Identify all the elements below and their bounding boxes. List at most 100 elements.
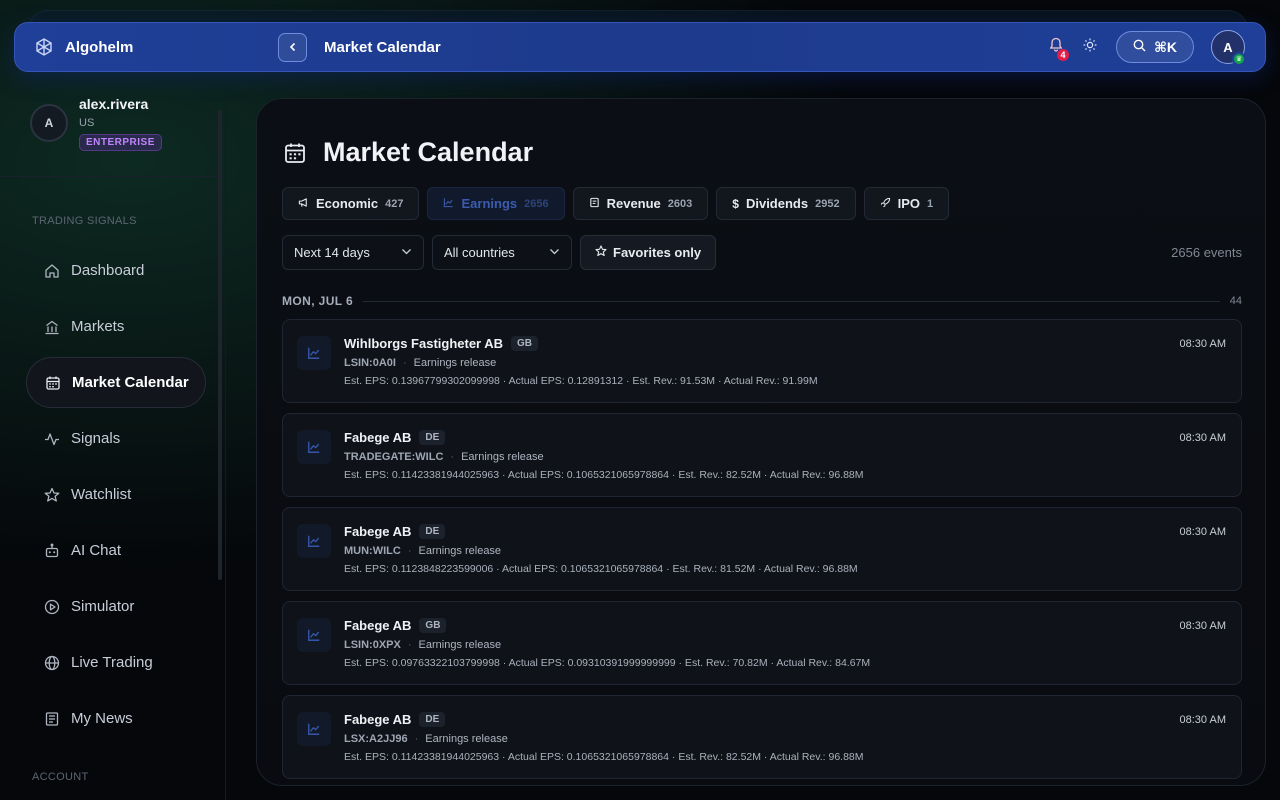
- back-button[interactable]: [278, 32, 307, 62]
- country-badge: GB: [419, 618, 447, 633]
- chart-line-icon: [297, 712, 331, 746]
- sidebar: A alex.rivera US ENTERPRISE TRADING SIGN…: [0, 82, 226, 800]
- megaphone-icon: [298, 196, 309, 211]
- page-title: Market Calendar: [323, 137, 534, 167]
- tab-count: 2952: [815, 197, 840, 210]
- brand[interactable]: Algohelm: [35, 38, 278, 56]
- tab-label: IPO: [897, 196, 920, 211]
- search-icon: [1133, 39, 1146, 55]
- bot-icon: [44, 543, 60, 559]
- separator: ·: [407, 639, 412, 651]
- country-badge: DE: [419, 524, 446, 539]
- calendar-icon: [283, 141, 307, 165]
- sidebar-item-label: AI Chat: [71, 542, 122, 559]
- event-stats: Est. EPS: 0.11423381944025963 · Actual E…: [344, 751, 864, 763]
- select-value: Next 14 days: [294, 245, 370, 260]
- event-type: Earnings release: [461, 451, 544, 463]
- globe-icon: [44, 655, 60, 671]
- ticker: MUN:WILC: [344, 545, 401, 557]
- separator: ·: [402, 357, 407, 369]
- sidebar-item-label: Simulator: [71, 598, 135, 615]
- event-time: 08:30 AM: [1179, 714, 1226, 726]
- tab-dividends[interactable]: $ Dividends 2952: [716, 187, 856, 220]
- play-circle-icon: [44, 599, 60, 615]
- event-card[interactable]: Fabege AB GB LSIN:0XPX · Earnings releas…: [282, 601, 1242, 685]
- chevron-down-icon: [401, 245, 412, 260]
- logo-icon: [35, 38, 53, 56]
- company-name: Fabege AB: [344, 524, 412, 539]
- sidebar-item-my-news[interactable]: My News: [26, 693, 206, 744]
- separator: ·: [407, 545, 412, 557]
- favorites-label: Favorites only: [613, 245, 702, 260]
- favorites-only-button[interactable]: Favorites only: [580, 235, 717, 270]
- top-bar: Algohelm Market Calendar 4 ⌘K A ♛: [14, 22, 1266, 72]
- search-button[interactable]: ⌘K: [1116, 31, 1194, 63]
- sidebar-item-live-trading[interactable]: Live Trading: [26, 637, 206, 688]
- category-tabs: Economic 427 Earnings 2656 Revenue 2603 …: [282, 187, 950, 220]
- tab-count: 1: [926, 197, 934, 210]
- tab-economic[interactable]: Economic 427: [282, 187, 420, 220]
- building-icon: [44, 319, 60, 335]
- profile-card[interactable]: A alex.rivera US ENTERPRISE: [0, 82, 225, 177]
- tab-earnings[interactable]: Earnings 2656: [427, 187, 565, 220]
- date-range-select[interactable]: Next 14 days: [282, 235, 424, 270]
- company-name: Wihlborgs Fastigheter AB: [344, 336, 504, 351]
- tab-label: Earnings: [461, 196, 518, 211]
- tab-count: 427: [385, 197, 404, 210]
- event-card[interactable]: Fabege AB DE MUN:WILC · Earnings release…: [282, 507, 1242, 591]
- event-card[interactable]: Wihlborgs Fastigheter AB GB LSIN:0A0I · …: [282, 319, 1242, 403]
- sidebar-scrollbar[interactable]: [218, 110, 222, 580]
- sidebar-item-markets[interactable]: Markets: [26, 301, 206, 352]
- select-value: All countries: [444, 245, 515, 260]
- tab-label: Dividends: [745, 196, 809, 211]
- avatar: A: [30, 104, 68, 142]
- event-time: 08:30 AM: [1179, 620, 1226, 632]
- tab-ipo[interactable]: IPO 1: [863, 187, 950, 220]
- event-stats: Est. EPS: 0.1123848223599006 · Actual EP…: [344, 563, 858, 575]
- tab-count: 2656: [524, 197, 549, 210]
- tab-revenue[interactable]: Revenue 2603: [572, 187, 709, 220]
- chart-line-icon: [297, 618, 331, 652]
- pulse-icon: [44, 431, 60, 447]
- event-card[interactable]: Fabege AB DE LSX:A2JJ96 · Earnings relea…: [282, 695, 1242, 779]
- sidebar-item-simulator[interactable]: Simulator: [26, 581, 206, 632]
- filter-bar: Next 14 days All countries Favorites onl…: [282, 235, 1242, 270]
- ticker: LSIN:0XPX: [344, 639, 401, 651]
- event-time: 08:30 AM: [1179, 338, 1226, 350]
- tab-count: 2603: [667, 197, 693, 210]
- sidebar-item-watchlist[interactable]: Watchlist: [26, 469, 206, 520]
- sidebar-item-label: Dashboard: [71, 262, 145, 279]
- event-stats: Est. EPS: 0.11423381944025963 · Actual E…: [344, 469, 864, 481]
- sidebar-item-label: Markets: [71, 318, 125, 335]
- sidebar-item-label: Watchlist: [71, 486, 132, 503]
- receipt-icon: [589, 196, 600, 211]
- notifications-button[interactable]: 4: [1046, 37, 1069, 61]
- ticker: LSIN:0A0I: [344, 357, 396, 369]
- divider: [363, 300, 1220, 302]
- event-stats: Est. EPS: 0.13967799302099998 · Actual E…: [344, 375, 818, 387]
- chart-line-icon: [443, 196, 454, 211]
- country-badge: DE: [419, 712, 446, 727]
- event-stats: Est. EPS: 0.09763322103799998 · Actual E…: [344, 657, 871, 669]
- tab-label: Revenue: [606, 196, 661, 211]
- theme-toggle[interactable]: [1080, 37, 1100, 57]
- event-type: Earnings release: [418, 545, 502, 557]
- user-avatar[interactable]: A ♛: [1211, 30, 1246, 66]
- sidebar-item-market-calendar[interactable]: Market Calendar: [26, 357, 206, 408]
- avatar-initial: A: [1223, 39, 1233, 55]
- sun-icon: [1083, 38, 1097, 57]
- sidebar-item-signals[interactable]: Signals: [26, 413, 206, 464]
- event-card[interactable]: Fabege AB DE TRADEGATE:WILC · Earnings r…: [282, 413, 1242, 497]
- day-event-count: 44: [1229, 295, 1242, 307]
- event-list: Wihlborgs Fastigheter AB GB LSIN:0A0I · …: [282, 319, 1242, 785]
- day-label: MON, JUL 6: [282, 294, 354, 308]
- country-select[interactable]: All countries: [432, 235, 572, 270]
- section-label-account: ACCOUNT: [32, 771, 89, 783]
- chart-line-icon: [297, 524, 331, 558]
- sidebar-item-ai-chat[interactable]: AI Chat: [26, 525, 206, 576]
- app-name: Algohelm: [65, 38, 134, 56]
- sidebar-item-dashboard[interactable]: Dashboard: [26, 245, 206, 296]
- country-badge: GB: [511, 336, 539, 351]
- chevron-down-icon: [549, 245, 560, 260]
- calendar-icon: [45, 375, 61, 391]
